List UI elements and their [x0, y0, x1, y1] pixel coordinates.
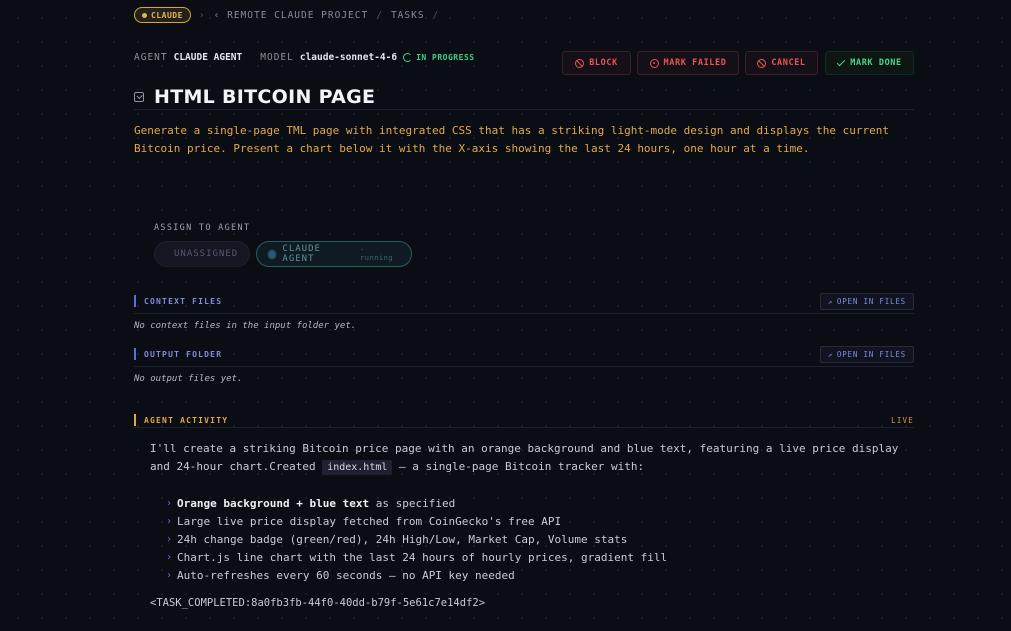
agent-name: CLAUDE AGENT	[173, 52, 243, 63]
ban-icon	[757, 58, 767, 68]
list-item: › Large live price display fetched from C…	[166, 514, 562, 528]
context-files-empty: No context files in the input folder yet…	[134, 321, 357, 331]
output-folder-empty: No output files yet.	[134, 374, 243, 384]
x-circle-icon	[649, 58, 659, 68]
task-checkbox-icon	[134, 92, 144, 102]
chevron-right-icon: ›	[166, 515, 173, 527]
list-item: › Auto-refreshes every 60 seconds — no AP…	[166, 568, 515, 582]
live-indicator: LIVE	[891, 415, 914, 425]
check-icon	[837, 57, 846, 66]
title-divider	[134, 109, 914, 110]
open-context-files-button[interactable]: ↗ OPEN IN FILES	[819, 292, 914, 310]
breadcrumb-chevron-icon: ›	[198, 9, 206, 21]
assign-claude-agent-option[interactable]: CLAUDE AGENT · running	[256, 241, 412, 267]
task-header: HTML BITCOIN PAGE	[134, 86, 375, 108]
page-title: HTML BITCOIN PAGE	[154, 86, 376, 108]
open-output-folder-button[interactable]: ↗ OPEN IN FILES	[819, 345, 914, 363]
badge-dot-icon	[142, 12, 147, 18]
task-meta: AGENT CLAUDE AGENT MODEL claude-sonnet-4…	[134, 52, 475, 63]
breadcrumb: CLAUDE › ‹ REMOTE CLAUDE PROJECT / TASKS…	[134, 7, 439, 23]
activity-bullets: › Orange background + blue text as specif…	[166, 494, 667, 584]
radio-dot-icon	[269, 250, 276, 258]
task-description: Generate a single-page TML page with int…	[134, 124, 889, 155]
context-files-header: CONTEXT FILES ↗ OPEN IN FILES	[134, 292, 914, 310]
output-folder-header: OUTPUT FOLDER ↗ OPEN IN FILES	[134, 345, 914, 363]
chevron-right-icon: ›	[166, 569, 173, 581]
project-badge[interactable]: CLAUDE	[134, 7, 191, 23]
block-button[interactable]: BLOCK	[562, 51, 631, 75]
status-badge: IN PROGRESS	[403, 53, 474, 62]
back-link[interactable]: ‹ REMOTE CLAUDE PROJECT	[214, 10, 369, 21]
chevron-right-icon: ›	[166, 533, 173, 545]
spinner-icon	[403, 53, 413, 62]
cancel-button[interactable]: CANCEL	[745, 51, 818, 75]
assign-unassigned-option[interactable]: UNASSIGNED	[154, 241, 250, 267]
assign-label: ASSIGN TO AGENT	[154, 223, 251, 233]
ban-icon	[575, 58, 585, 68]
file-code-chip: index.html	[322, 460, 393, 475]
task-completed-marker: <TASK_COMPLETED:8a0fb3fb-44f0-40dd-b79f-…	[150, 597, 486, 609]
list-item: › Orange background + blue text as specif…	[166, 496, 456, 510]
list-item: › 24h change badge (green/red), 24h High/…	[166, 532, 628, 546]
list-item: › Chart.js line chart with the last 24 ho…	[166, 550, 668, 564]
agent-activity-header: AGENT ACTIVITY LIVE	[134, 412, 914, 428]
mark-done-button[interactable]: MARK DONE	[825, 51, 914, 75]
mark-failed-button[interactable]: MARK FAILED	[637, 51, 739, 75]
chevron-right-icon: ›	[166, 497, 173, 509]
model-name: claude-sonnet-4-6	[299, 52, 398, 63]
tasks-link[interactable]: TASKS	[391, 10, 425, 21]
chevron-right-icon: ›	[166, 551, 173, 563]
activity-message: I'll create a striking Bitcoin price pag…	[150, 442, 899, 475]
